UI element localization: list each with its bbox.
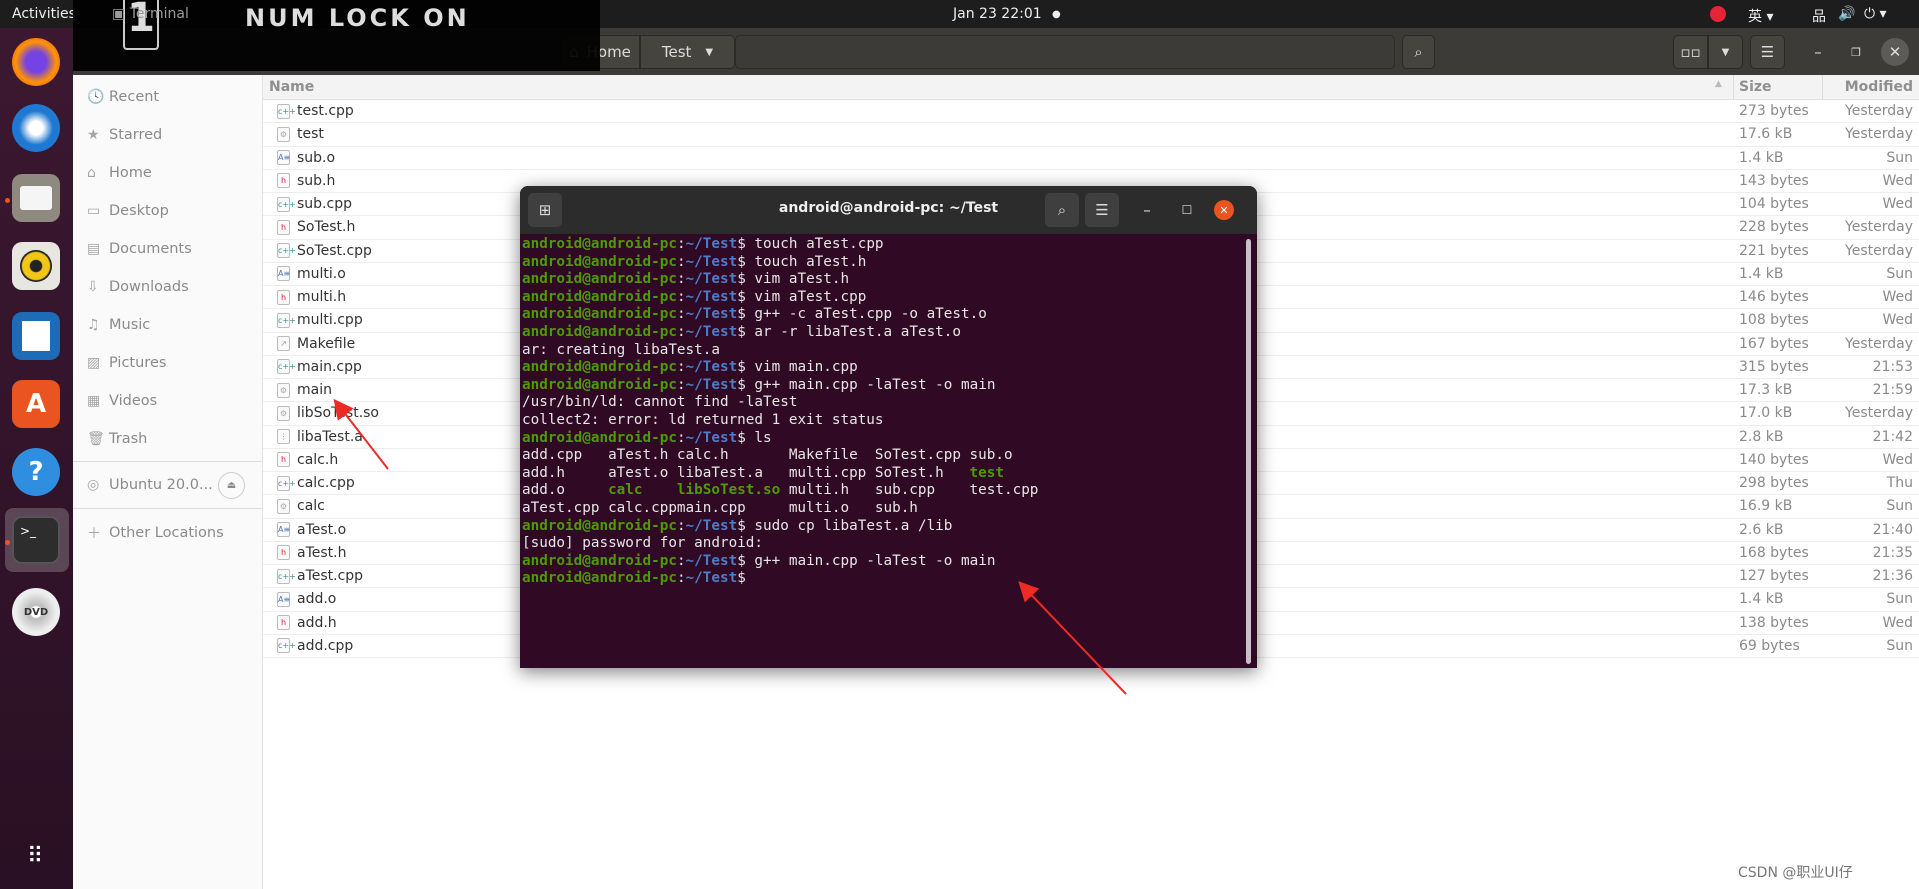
annotation-layer <box>333 398 1127 695</box>
watermark: CSDN @职业UI仔 <box>1738 865 1853 881</box>
annotation-arrow-command <box>1018 581 1127 695</box>
terminal-icon: ▣ <box>112 6 130 22</box>
annotation-arrow-main <box>333 398 389 470</box>
num-lock-text: NUM LOCK ON <box>245 4 470 32</box>
app-menu[interactable]: ▣ Terminal <box>112 6 189 22</box>
